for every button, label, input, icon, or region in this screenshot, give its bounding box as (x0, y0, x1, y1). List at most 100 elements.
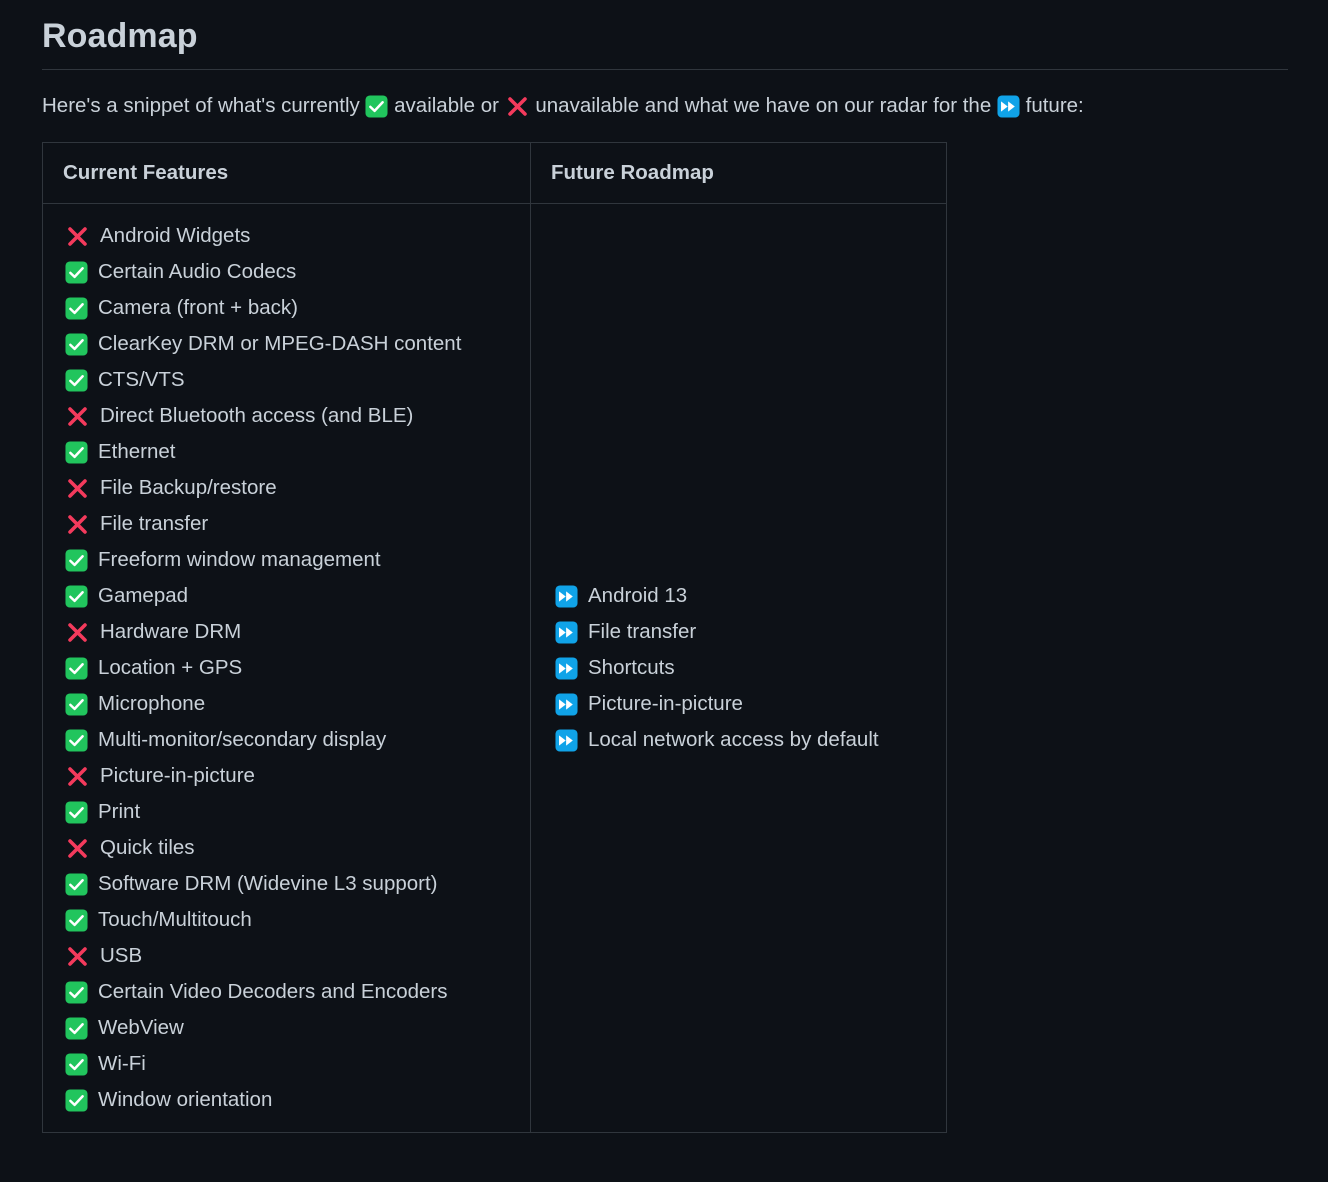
list-item: Shortcuts (555, 650, 930, 686)
white-check-mark-icon (65, 873, 88, 896)
list-item: Ethernet (65, 434, 514, 470)
list-item: ClearKey DRM or MPEG-DASH content (65, 326, 514, 362)
list-item-label: Location + GPS (98, 650, 242, 686)
list-item: Gamepad (65, 578, 514, 614)
list-item-label: Android Widgets (100, 218, 250, 254)
white-check-mark-icon (65, 441, 88, 464)
cross-mark-icon (65, 944, 90, 969)
list-item: Print (65, 794, 514, 830)
list-item-label: Picture-in-picture (588, 686, 743, 722)
intro-text-part1: Here's a snippet of what's currently (42, 92, 365, 120)
current-features-cell: Android WidgetsCertain Audio CodecsCamer… (43, 204, 531, 1133)
white-check-mark-icon (65, 261, 88, 284)
white-check-mark-icon (65, 1089, 88, 1112)
list-item-label: File transfer (588, 614, 696, 650)
cross-mark-icon (65, 620, 90, 645)
intro-text-part3: future: (1020, 92, 1084, 120)
list-item-label: WebView (98, 1010, 184, 1046)
table-header-row: Current Features Future Roadmap (43, 143, 947, 204)
white-check-mark-icon (65, 981, 88, 1004)
white-check-mark-icon (65, 1017, 88, 1040)
white-check-mark-icon (65, 585, 88, 608)
list-item-label: Freeform window management (98, 542, 381, 578)
intro-text-available: available or (388, 92, 504, 120)
cross-mark-icon (65, 512, 90, 537)
list-item: Android Widgets (65, 218, 514, 254)
list-item-label: Window orientation (98, 1082, 272, 1118)
cross-mark-icon (65, 404, 90, 429)
white-check-mark-icon (65, 729, 88, 752)
fast-forward-icon (997, 95, 1020, 118)
list-item: File transfer (555, 614, 930, 650)
list-item: WebView (65, 1010, 514, 1046)
list-item-label: Wi-Fi (98, 1046, 146, 1082)
list-item-label: File transfer (100, 506, 208, 542)
list-item-label: Shortcuts (588, 650, 675, 686)
list-item: Certain Audio Codecs (65, 254, 514, 290)
list-item: Multi-monitor/secondary display (65, 722, 514, 758)
list-item: Microphone (65, 686, 514, 722)
list-item: Window orientation (65, 1082, 514, 1118)
intro-text-part2: unavailable and what we have on our rada… (530, 92, 997, 120)
column-header-current-features: Current Features (43, 143, 531, 204)
white-check-mark-icon (365, 95, 388, 118)
list-item-label: Print (98, 794, 140, 830)
list-item: Picture-in-picture (65, 758, 514, 794)
cross-mark-icon (505, 94, 530, 119)
cross-mark-icon (65, 476, 90, 501)
list-item: Picture-in-picture (555, 686, 930, 722)
list-item-label: Android 13 (588, 578, 687, 614)
list-item: Camera (front + back) (65, 290, 514, 326)
fast-forward-icon (555, 585, 578, 608)
list-item-label: USB (100, 938, 142, 974)
table-row: Android WidgetsCertain Audio CodecsCamer… (43, 204, 947, 1133)
list-item: USB (65, 938, 514, 974)
list-item-label: File Backup/restore (100, 470, 277, 506)
list-item-label: Picture-in-picture (100, 758, 255, 794)
list-item: File transfer (65, 506, 514, 542)
list-item: Android 13 (555, 578, 930, 614)
roadmap-table: Current Features Future Roadmap Android … (42, 142, 947, 1133)
white-check-mark-icon (65, 801, 88, 824)
list-item-label: Hardware DRM (100, 614, 241, 650)
future-roadmap-cell: Android 13File transferShortcutsPicture-… (531, 204, 947, 1133)
cross-mark-icon (65, 764, 90, 789)
list-item-label: Certain Video Decoders and Encoders (98, 974, 447, 1010)
list-item-label: Microphone (98, 686, 205, 722)
white-check-mark-icon (65, 297, 88, 320)
list-item-label: Certain Audio Codecs (98, 254, 296, 290)
white-check-mark-icon (65, 693, 88, 716)
intro-paragraph: Here's a snippet of what's currently ava… (42, 92, 1328, 120)
white-check-mark-icon (65, 909, 88, 932)
fast-forward-icon (555, 693, 578, 716)
list-item-label: Gamepad (98, 578, 188, 614)
fast-forward-icon (555, 621, 578, 644)
list-item-label: Ethernet (98, 434, 176, 470)
white-check-mark-icon (65, 549, 88, 572)
list-item: Certain Video Decoders and Encoders (65, 974, 514, 1010)
white-check-mark-icon (65, 369, 88, 392)
list-item-label: CTS/VTS (98, 362, 185, 398)
list-item: File Backup/restore (65, 470, 514, 506)
list-item: Freeform window management (65, 542, 514, 578)
future-roadmap-list: Android 13File transferShortcutsPicture-… (555, 578, 930, 758)
list-item: Quick tiles (65, 830, 514, 866)
fast-forward-icon (555, 729, 578, 752)
list-item-label: Multi-monitor/secondary display (98, 722, 386, 758)
white-check-mark-icon (65, 1053, 88, 1076)
list-item: Touch/Multitouch (65, 902, 514, 938)
list-item-label: Touch/Multitouch (98, 902, 252, 938)
list-item: Software DRM (Widevine L3 support) (65, 866, 514, 902)
list-item: Location + GPS (65, 650, 514, 686)
cross-mark-icon (65, 224, 90, 249)
list-item-label: ClearKey DRM or MPEG-DASH content (98, 326, 461, 362)
list-item: Local network access by default (555, 722, 930, 758)
list-item-label: Quick tiles (100, 830, 195, 866)
title-divider (42, 69, 1288, 70)
list-item: Hardware DRM (65, 614, 514, 650)
page-title: Roadmap (42, 18, 1328, 55)
cross-mark-icon (65, 836, 90, 861)
current-features-list: Android WidgetsCertain Audio CodecsCamer… (65, 218, 514, 1118)
list-item-label: Direct Bluetooth access (and BLE) (100, 398, 413, 434)
white-check-mark-icon (65, 657, 88, 680)
